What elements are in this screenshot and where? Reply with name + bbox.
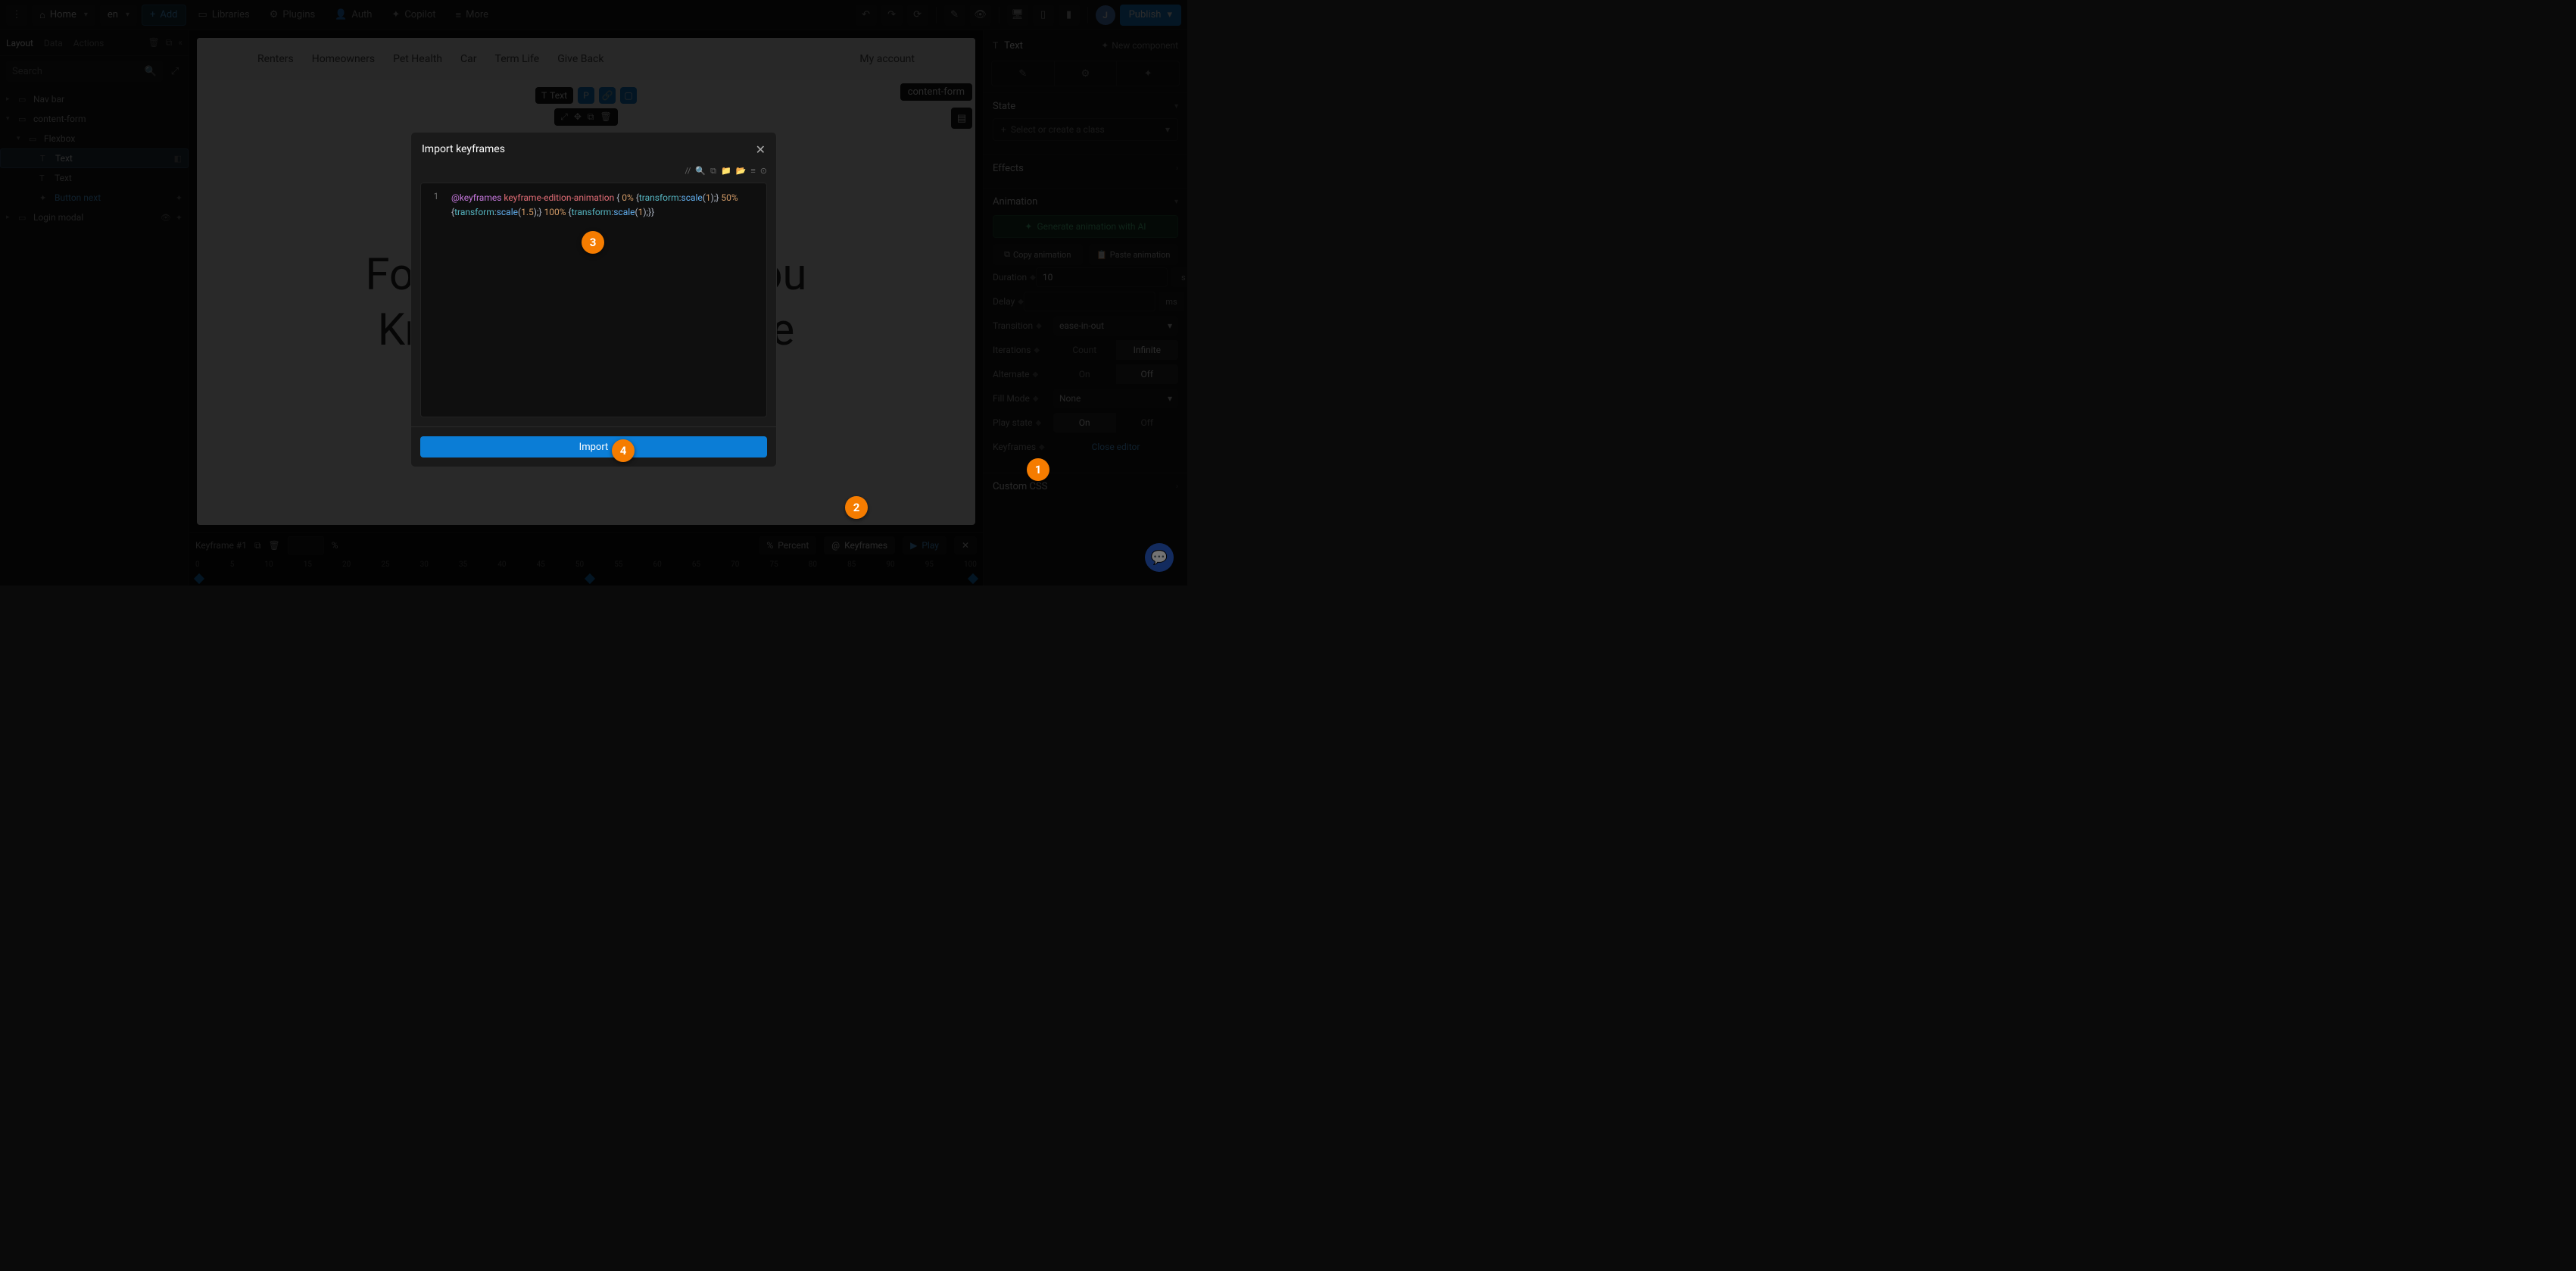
- code-toolbar: // 🔍 ⧉ 📁 📂 ≡ ⊙: [411, 166, 776, 183]
- search-icon[interactable]: 🔍: [695, 166, 706, 183]
- import-keyframes-modal: Import keyframes ✕ // 🔍 ⧉ 📁 📂 ≡ ⊙ 1 @key…: [410, 132, 777, 467]
- wrap-icon[interactable]: ⊙: [760, 166, 767, 183]
- close-icon[interactable]: ✕: [756, 142, 766, 157]
- folder-icon[interactable]: 📁: [721, 166, 731, 183]
- annotation-3: 3: [582, 231, 604, 254]
- comment-icon[interactable]: //: [685, 166, 691, 183]
- modal-title: Import keyframes: [422, 143, 505, 155]
- import-button[interactable]: Import: [420, 436, 767, 457]
- code-editor[interactable]: 1 @keyframes keyframe-edition-animation …: [420, 183, 767, 417]
- list-icon[interactable]: ≡: [750, 166, 755, 183]
- line-gutter: 1: [421, 183, 451, 417]
- code-content[interactable]: @keyframes keyframe-edition-animation { …: [451, 183, 766, 417]
- folder-open-icon[interactable]: 📂: [736, 166, 747, 183]
- copy-icon[interactable]: ⧉: [710, 166, 716, 183]
- annotation-2: 2: [845, 496, 868, 519]
- annotation-4: 4: [612, 439, 635, 462]
- annotation-1: 1: [1027, 458, 1049, 481]
